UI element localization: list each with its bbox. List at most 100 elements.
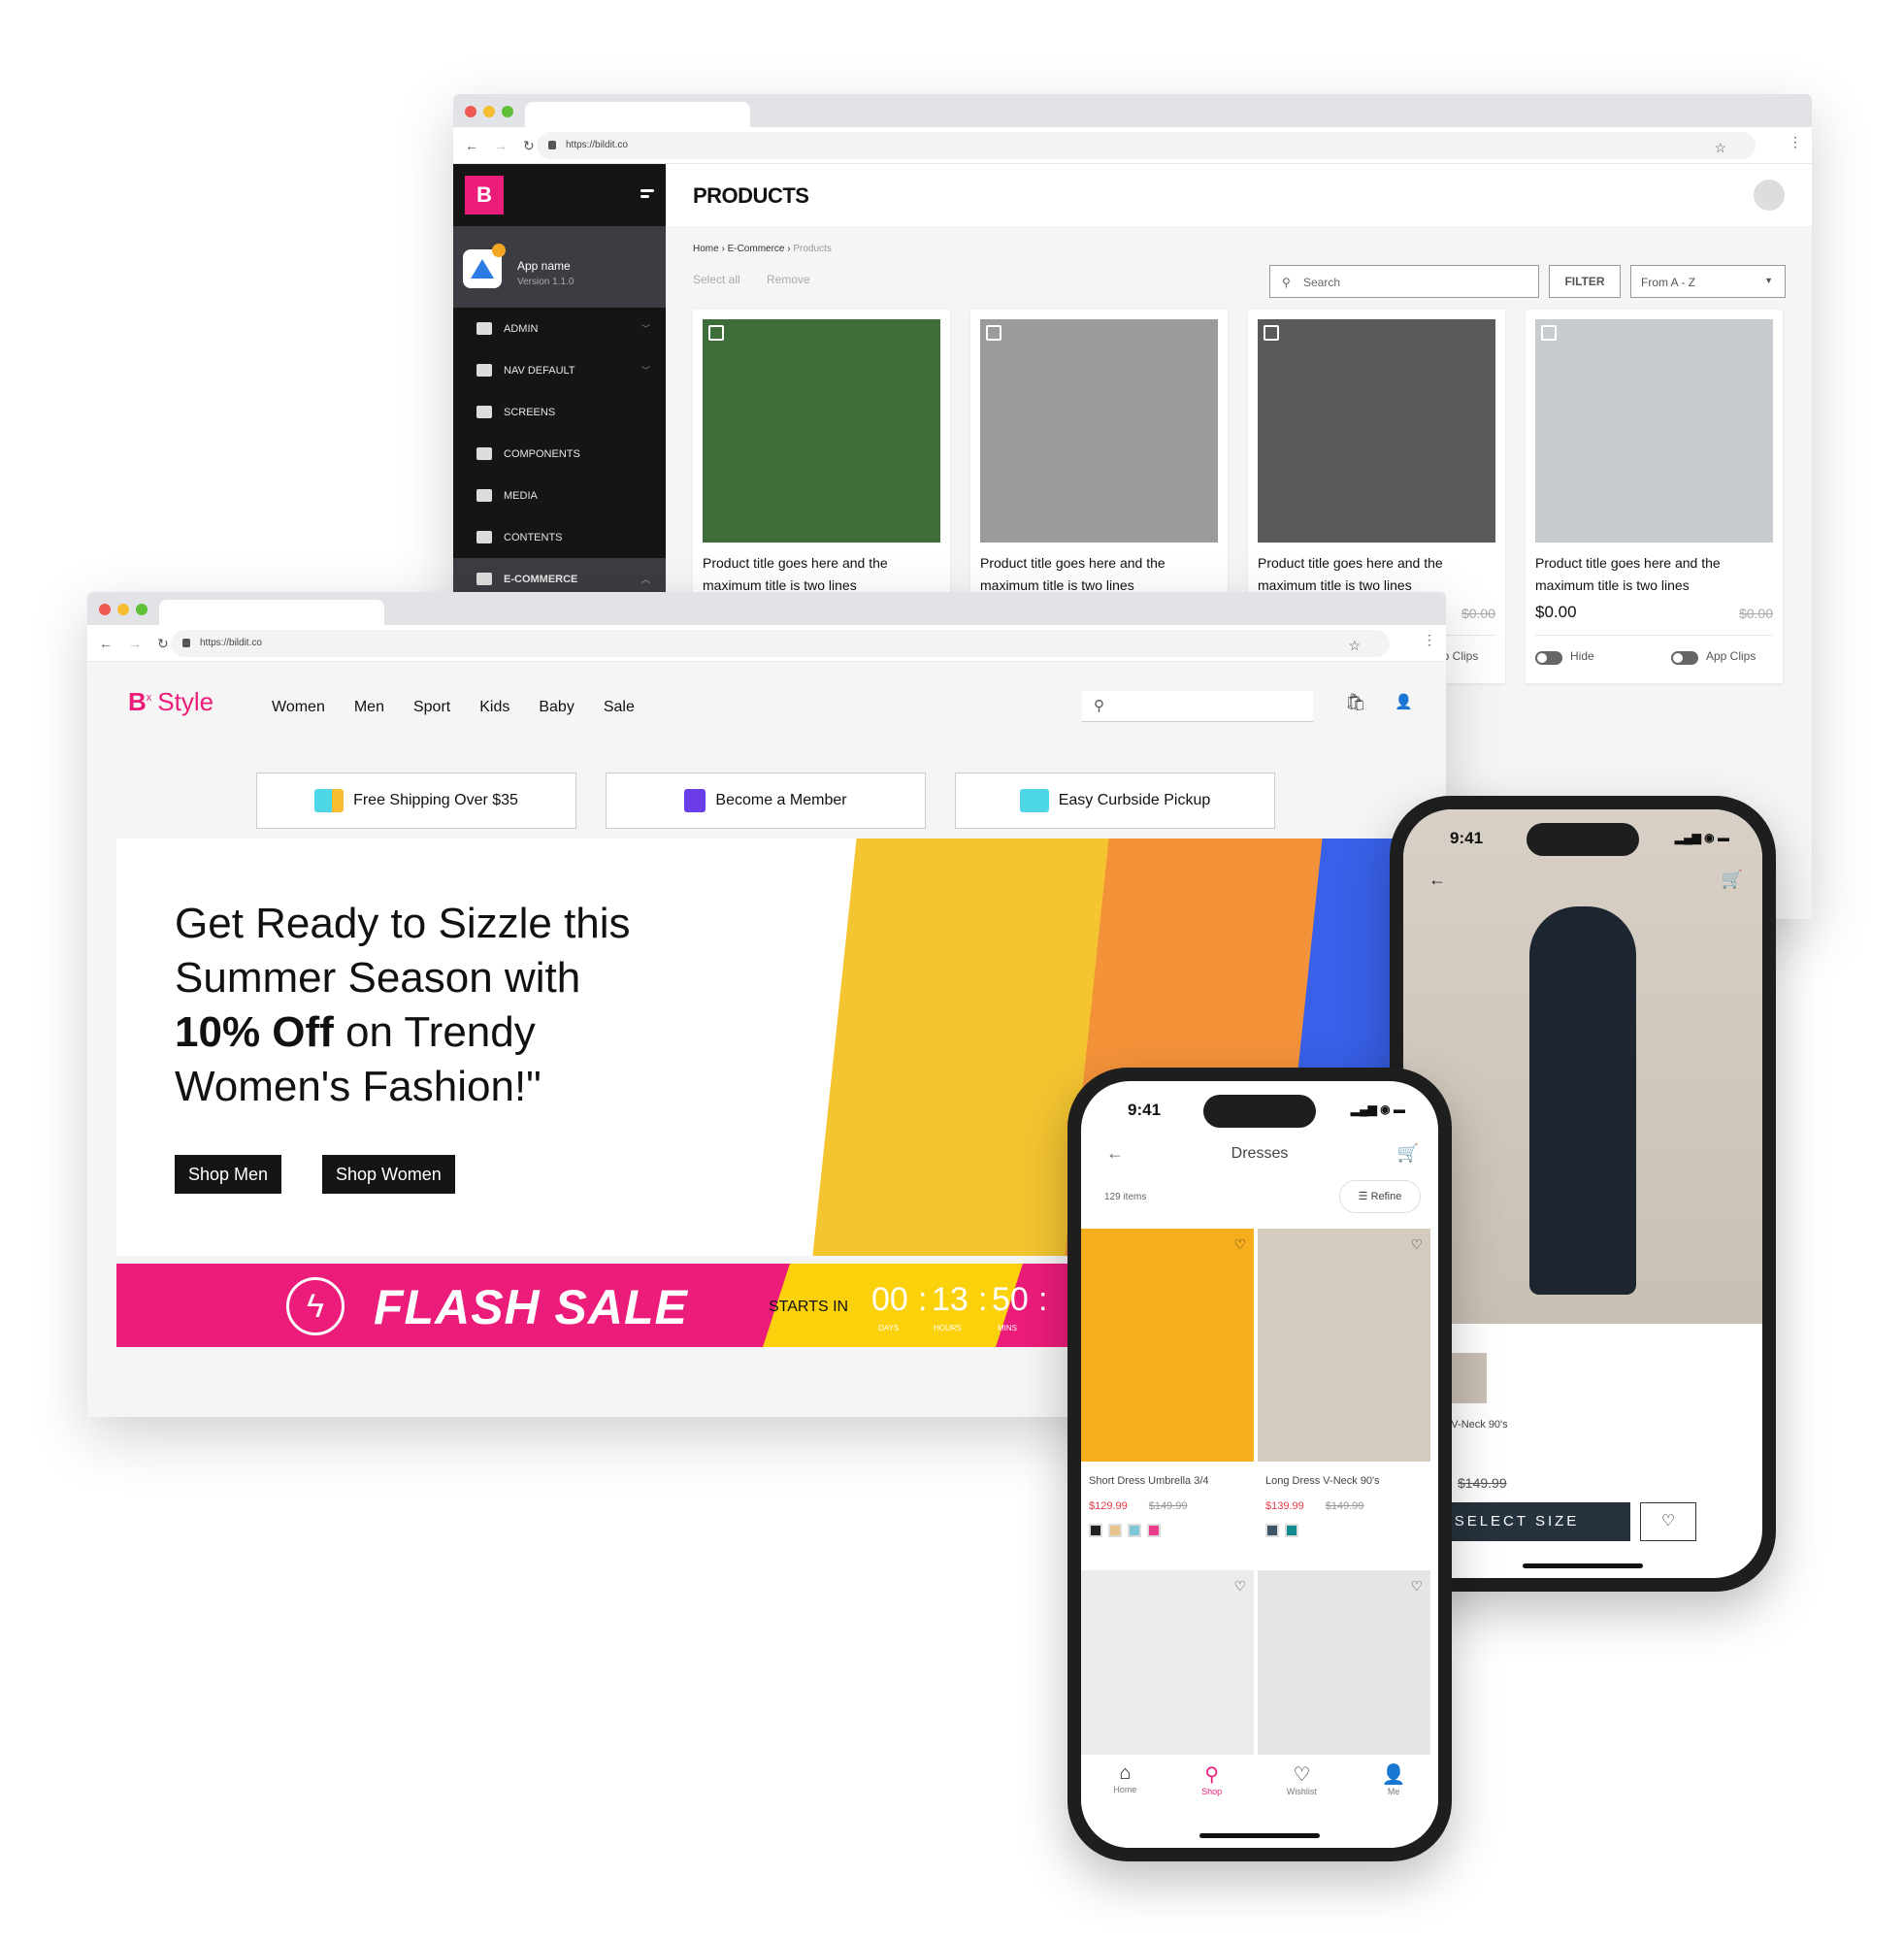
shopping-bag-icon[interactable]: 🛍 — [1345, 693, 1366, 712]
kebab-menu-icon[interactable]: ⋮ — [1789, 134, 1802, 150]
page-title: PRODUCTS — [693, 183, 809, 208]
menu-toggle-icon[interactable] — [640, 189, 654, 201]
color-swatch[interactable] — [1128, 1524, 1141, 1537]
bookmark-star-icon[interactable]: ☆ — [1714, 140, 1726, 156]
screens-icon — [476, 406, 492, 418]
member-card-icon — [684, 789, 706, 812]
nav-men[interactable]: Men — [354, 699, 384, 716]
heart-icon[interactable]: ♡ — [1410, 1578, 1423, 1595]
sidebar-item-screens[interactable]: SCREENS — [453, 391, 666, 433]
perk-free-shipping[interactable]: Free Shipping Over $35 — [256, 773, 576, 829]
nav-sport[interactable]: Sport — [413, 699, 450, 716]
tab-home[interactable]: ⌂ Home — [1113, 1762, 1136, 1848]
search-icon: ⚲ — [1094, 698, 1104, 714]
forward-icon[interactable]: → — [128, 636, 142, 652]
item-count: 129 items — [1104, 1192, 1147, 1202]
back-icon[interactable]: ← — [99, 636, 113, 652]
cart-icon[interactable]: 🛒 — [1397, 1143, 1419, 1164]
sidebar-item-nav-default[interactable]: NAV DEFAULT ﹀ — [453, 349, 666, 391]
heart-icon: ♡ — [1293, 1764, 1311, 1786]
sidebar-item-contents[interactable]: CONTENTS — [453, 516, 666, 558]
user-icon[interactable]: 👤 — [1395, 693, 1413, 710]
refine-button[interactable]: ☰ Refine — [1339, 1180, 1421, 1213]
bildit-logo: B — [465, 176, 504, 214]
store-logo[interactable]: Bx Style — [128, 687, 213, 717]
select-checkbox[interactable] — [708, 325, 724, 341]
store-icon — [476, 573, 492, 585]
product-image — [1258, 319, 1495, 543]
filter-lines-icon: ☰ — [1358, 1191, 1371, 1202]
url-field[interactable]: https://bildit.co ☆ — [171, 630, 1390, 657]
forward-icon[interactable]: → — [494, 138, 508, 154]
status-icons: ▂▄▆ ◉ ▬ — [1674, 831, 1729, 844]
perk-membership[interactable]: Become a Member — [606, 773, 926, 829]
browser-tab[interactable] — [525, 102, 750, 127]
heart-icon[interactable]: ♡ — [1233, 1236, 1246, 1253]
sidebar-item-components[interactable]: COMPONENTS — [453, 433, 666, 475]
color-swatch[interactable] — [1089, 1524, 1102, 1537]
reload-icon[interactable]: ↻ — [523, 138, 535, 154]
image-icon — [476, 489, 492, 502]
bookmark-star-icon[interactable]: ☆ — [1348, 638, 1361, 654]
nav-sale[interactable]: Sale — [604, 699, 635, 716]
caret-down-icon: ▼ — [1764, 276, 1773, 285]
status-icons: ▂▄▆ ◉ ▬ — [1350, 1102, 1405, 1116]
remove-link[interactable]: Remove — [767, 273, 810, 286]
select-checkbox[interactable] — [1541, 325, 1557, 341]
users-gear-icon — [476, 322, 492, 335]
avatar[interactable] — [1754, 180, 1785, 211]
back-icon[interactable]: ← — [465, 138, 478, 154]
sidebar-item-media[interactable]: MEDIA — [453, 475, 666, 516]
back-arrow-icon[interactable]: ← — [1428, 870, 1446, 890]
hero-headline: Get Ready to Sizzle this Summer Season wi… — [175, 900, 631, 1110]
nav-baby[interactable]: Baby — [539, 699, 574, 716]
search-input[interactable]: ⚲ Search — [1269, 265, 1539, 298]
components-icon — [476, 447, 492, 460]
browser-tab[interactable] — [159, 600, 384, 625]
hide-toggle[interactable] — [1535, 651, 1562, 665]
lock-icon — [182, 639, 190, 647]
url-field[interactable]: https://bildit.co ☆ — [537, 132, 1756, 159]
color-swatch[interactable] — [1265, 1524, 1279, 1537]
product-image — [1535, 319, 1773, 543]
reload-icon[interactable]: ↻ — [157, 636, 169, 652]
app-clips-toggle[interactable] — [1671, 651, 1698, 665]
heart-icon[interactable]: ♡ — [1233, 1578, 1246, 1595]
shop-men-button[interactable]: Shop Men — [175, 1155, 282, 1194]
product-tile[interactable]: ♡ Long Dress V-Neck 90's $139.99 $149.99 — [1258, 1229, 1430, 1537]
product-tile[interactable]: ♡ — [1258, 1570, 1430, 1779]
kebab-menu-icon[interactable]: ⋮ — [1423, 632, 1436, 648]
product-tile[interactable]: ♡ — [1081, 1570, 1254, 1779]
select-checkbox[interactable] — [1264, 325, 1279, 341]
chevron-down-icon: ﹀ — [640, 366, 650, 376]
nav-layout-icon — [476, 364, 492, 377]
select-checkbox[interactable] — [986, 325, 1001, 341]
color-swatch[interactable] — [1147, 1524, 1161, 1537]
home-icon: ⌂ — [1119, 1762, 1132, 1784]
address-bar: ← → ↻ https://bildit.co ☆ ⋮ — [87, 625, 1446, 662]
search-icon: ⚲ — [1204, 1764, 1219, 1786]
heart-icon[interactable]: ♡ — [1410, 1236, 1423, 1253]
filter-button[interactable]: FILTER — [1549, 265, 1621, 298]
cart-icon[interactable]: 🛒 — [1722, 870, 1743, 890]
sidebar-item-admin[interactable]: ADMIN ﹀ — [453, 308, 666, 349]
perk-curbside[interactable]: Easy Curbside Pickup — [955, 773, 1275, 829]
nav-kids[interactable]: Kids — [479, 699, 509, 716]
color-swatch[interactable] — [1285, 1524, 1298, 1537]
add-to-wishlist-button[interactable]: ♡ — [1640, 1502, 1696, 1541]
color-swatch[interactable] — [1108, 1524, 1122, 1537]
screen-title: Dresses — [1231, 1145, 1289, 1162]
sort-select[interactable]: From A - Z ▼ — [1630, 265, 1786, 298]
shop-women-button[interactable]: Shop Women — [322, 1155, 455, 1194]
address-bar: ← → ↻ https://bildit.co ☆ ⋮ — [453, 127, 1812, 164]
chevron-down-icon: ﹀ — [640, 324, 650, 334]
select-all-link[interactable]: Select all — [693, 273, 740, 286]
search-icon: ⚲ — [1282, 276, 1291, 289]
product-tile[interactable]: ♡ Short Dress Umbrella 3/4 $129.99 $149.9… — [1081, 1229, 1254, 1537]
chevron-up-icon: ︿ — [640, 575, 650, 584]
truck-icon — [314, 789, 345, 812]
tab-me[interactable]: 👤 Me — [1382, 1762, 1406, 1848]
store-search-input[interactable]: ⚲ — [1082, 691, 1313, 722]
nav-women[interactable]: Women — [272, 699, 325, 716]
product-card[interactable]: Product title goes here and the maximum … — [1526, 310, 1783, 683]
